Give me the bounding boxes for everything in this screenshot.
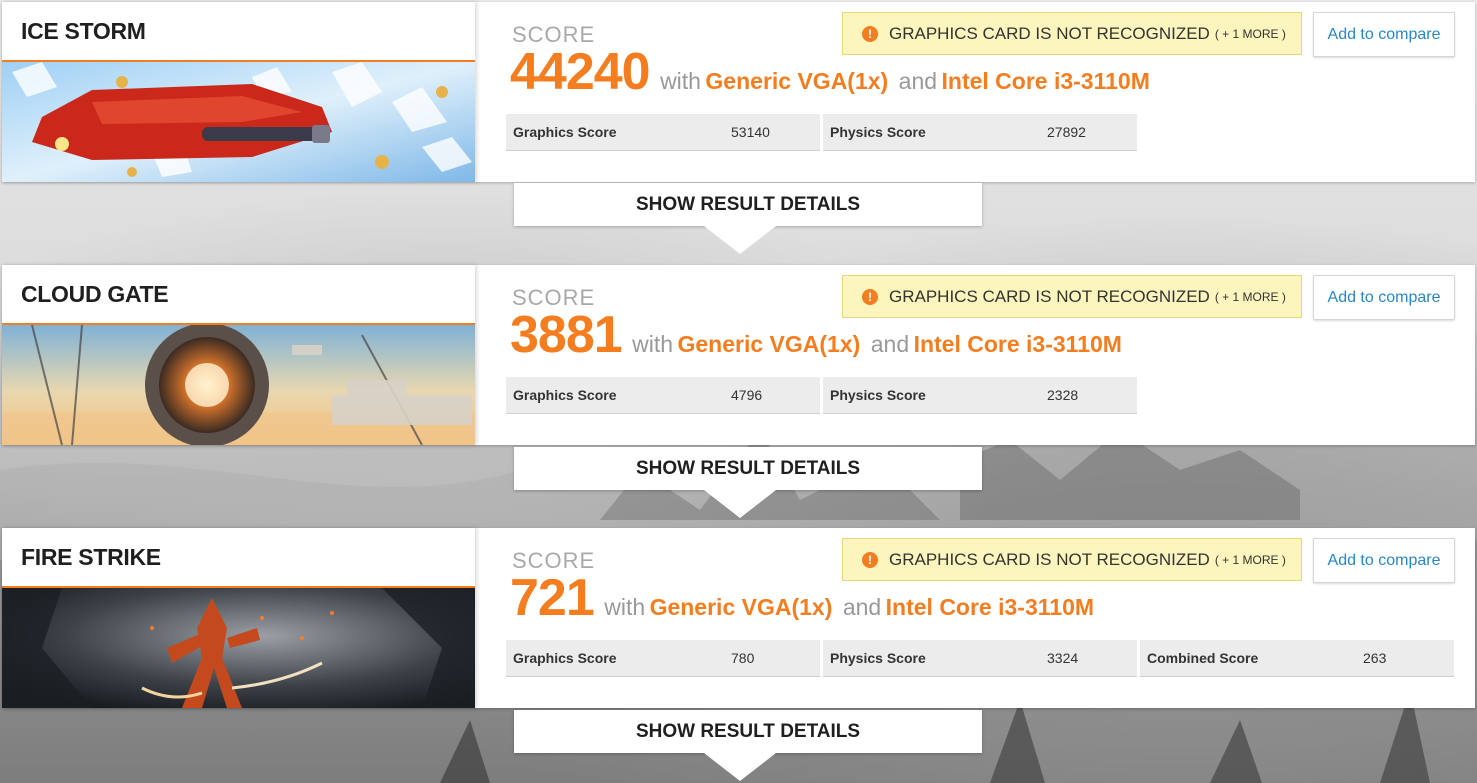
gpu-link[interactable]: Generic VGA(1x) xyxy=(678,331,861,357)
gpu-warning-badge[interactable]: ! GRAPHICS CARD IS NOT RECOGNIZED ( + 1 … xyxy=(842,538,1302,581)
and-text: and xyxy=(898,68,938,94)
warning-more-link[interactable]: ( + 1 MORE ) xyxy=(1215,290,1286,304)
test-name: FIRE STRIKE xyxy=(21,544,161,570)
subscore-label: Graphics Score xyxy=(513,124,617,140)
subscore-physics: Physics Score 27892 xyxy=(823,114,1137,151)
subscore-value: 780 xyxy=(731,650,755,666)
subscore-value: 53140 xyxy=(731,124,770,140)
warning-icon: ! xyxy=(862,288,878,305)
overall-score: 44240 xyxy=(510,43,651,101)
details-arrow-icon xyxy=(704,490,776,518)
subscore-physics: Physics Score 2328 xyxy=(823,377,1137,414)
cloud-gate-thumbnail xyxy=(2,325,475,445)
warning-more-link[interactable]: ( + 1 MORE ) xyxy=(1215,553,1286,567)
subscore-combined: Combined Score 263 xyxy=(1140,640,1454,677)
gpu-warning-badge[interactable]: ! GRAPHICS CARD IS NOT RECOGNIZED ( + 1 … xyxy=(842,12,1302,55)
test-name: CLOUD GATE xyxy=(21,281,169,307)
subscore-graphics: Graphics Score 53140 xyxy=(506,114,820,151)
warning-text: GRAPHICS CARD IS NOT RECOGNIZED xyxy=(889,549,1210,569)
cpu-link[interactable]: Intel Core i3-3110M xyxy=(886,594,1094,620)
subscore-label: Combined Score xyxy=(1147,650,1259,666)
with-text: with xyxy=(604,594,646,620)
add-to-compare-button[interactable]: Add to compare xyxy=(1313,12,1455,57)
subscore-value: 4796 xyxy=(731,387,763,403)
overall-score: 721 xyxy=(510,569,595,627)
add-to-compare-button[interactable]: Add to compare xyxy=(1313,538,1455,583)
warning-icon: ! xyxy=(862,551,878,568)
overall-score: 3881 xyxy=(510,306,623,364)
subscore-value: 263 xyxy=(1363,650,1387,666)
subscore-value: 2328 xyxy=(1047,387,1079,403)
add-to-compare-button[interactable]: Add to compare xyxy=(1313,275,1455,320)
subscore-label: Physics Score xyxy=(830,387,926,403)
fire-strike-thumbnail xyxy=(2,588,475,708)
details-arrow-icon xyxy=(704,753,776,781)
subscore-graphics: Graphics Score 780 xyxy=(506,640,820,677)
show-result-details-button[interactable]: SHOW RESULT DETAILS xyxy=(514,183,982,226)
test-header: CLOUD GATE xyxy=(2,265,475,445)
details-arrow-icon xyxy=(704,226,776,254)
ice-storm-thumbnail xyxy=(2,62,475,182)
result-card-ice-storm: ICE STORM SCORE 44240 with Generic VGA(1… xyxy=(2,2,1475,182)
gpu-link[interactable]: Generic VGA(1x) xyxy=(705,68,888,94)
result-card-fire-strike: FIRE STRIKE SCORE 721 with Generic VGA(1… xyxy=(2,528,1475,708)
and-text: and xyxy=(842,594,882,620)
subscore-value: 3324 xyxy=(1047,650,1079,666)
test-header: ICE STORM xyxy=(2,2,475,182)
subscore-label: Physics Score xyxy=(830,650,926,666)
with-text: with xyxy=(660,68,701,94)
show-result-details-button[interactable]: SHOW RESULT DETAILS xyxy=(514,447,982,490)
test-header: FIRE STRIKE xyxy=(2,528,475,708)
show-result-details-button[interactable]: SHOW RESULT DETAILS xyxy=(514,710,982,753)
cpu-link[interactable]: Intel Core i3-3110M xyxy=(914,331,1122,357)
result-card-cloud-gate: CLOUD GATE SCORE 3881 with Generic VGA(1… xyxy=(2,265,1475,445)
gpu-link[interactable]: Generic VGA(1x) xyxy=(650,594,833,620)
subscore-label: Graphics Score xyxy=(513,387,617,403)
subscore-label: Graphics Score xyxy=(513,650,617,666)
subscore-graphics: Graphics Score 4796 xyxy=(506,377,820,414)
warning-more-link[interactable]: ( + 1 MORE ) xyxy=(1215,27,1286,41)
warning-text: GRAPHICS CARD IS NOT RECOGNIZED xyxy=(889,23,1210,43)
cpu-link[interactable]: Intel Core i3-3110M xyxy=(942,68,1150,94)
warning-text: GRAPHICS CARD IS NOT RECOGNIZED xyxy=(889,286,1210,306)
gpu-warning-badge[interactable]: ! GRAPHICS CARD IS NOT RECOGNIZED ( + 1 … xyxy=(842,275,1302,318)
subscore-value: 27892 xyxy=(1047,124,1086,140)
warning-icon: ! xyxy=(862,25,878,42)
and-text: and xyxy=(870,331,910,357)
subscore-physics: Physics Score 3324 xyxy=(823,640,1137,677)
subscore-label: Physics Score xyxy=(830,124,926,140)
with-text: with xyxy=(632,331,674,357)
test-name: ICE STORM xyxy=(21,18,146,44)
